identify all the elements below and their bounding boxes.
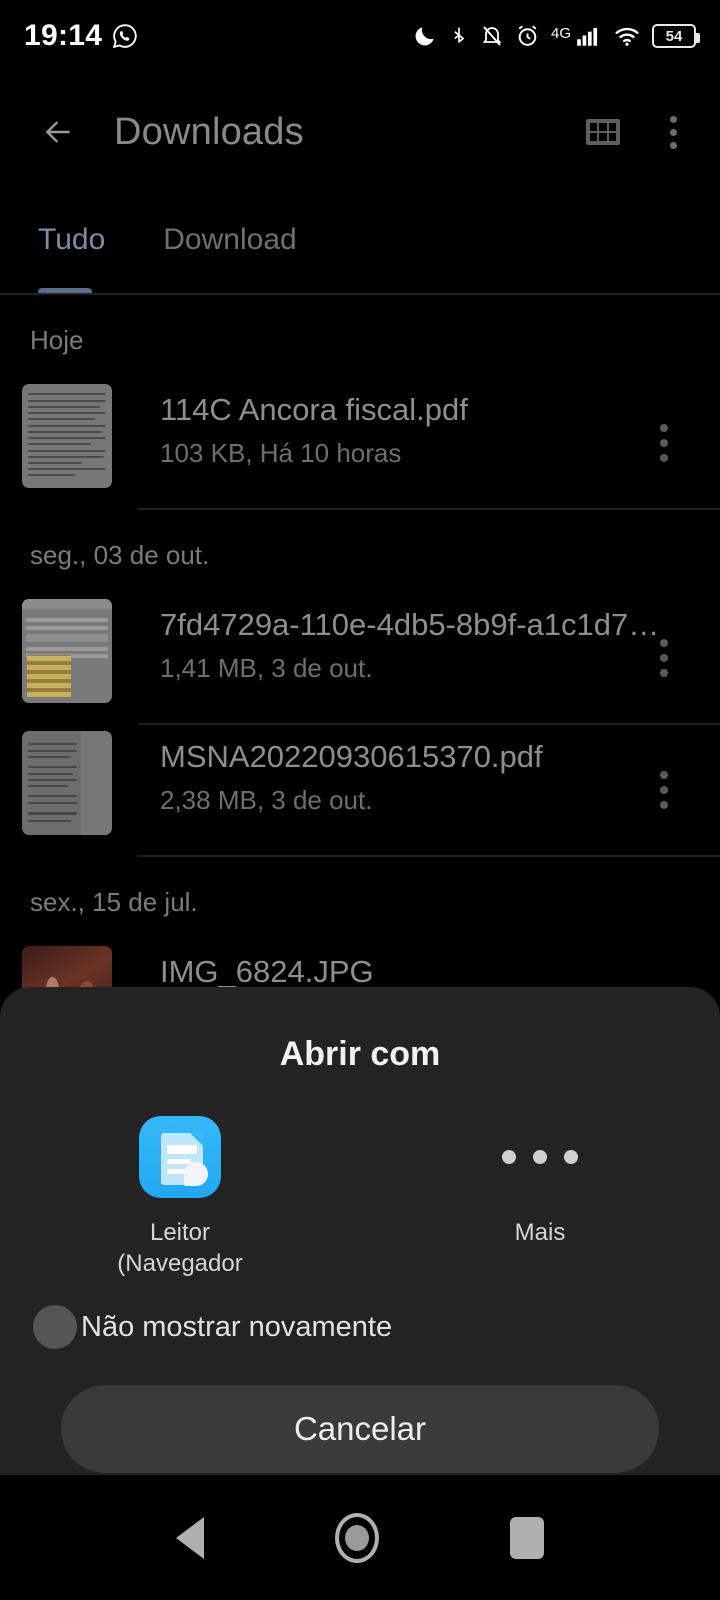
battery-level-label: 54 [665,27,683,45]
nav-back-icon[interactable] [175,1516,204,1559]
dnd-moon-icon [415,27,434,46]
app-choice-label: Mais [514,1219,566,1246]
list-item-text: 7fd4729a-110e-4db5-8b9f-a1c1d7… 1,41 MB,… [160,593,720,684]
list-item[interactable]: MSNA20220930615370.pdf 2,38 MB, 3 de out… [0,725,720,855]
bluetooth-icon [454,27,464,43]
file-name: IMG_6824.JPG [160,954,374,989]
download-list[interactable]: Hoje 114C Ancora fiscal.pdf 103 KB, Há 1… [0,295,720,1000]
list-item[interactable]: 114C Ancora fiscal.pdf 103 KB, Há 10 hor… [0,378,720,508]
item-overflow-icon[interactable] [660,424,668,462]
dont-show-again-checkbox[interactable] [33,1305,77,1350]
dialog-app-choices: Leitor (Navegador Mais [0,1116,720,1279]
file-meta: 1,41 MB, 3 de out. [160,653,373,683]
section-header-hoje: Hoje [30,325,84,355]
app-bar-actions [586,115,690,149]
tab-download[interactable]: Download [163,223,296,257]
file-name: 114C Ancora fiscal.pdf [160,392,468,427]
file-name: 7fd4729a-110e-4db5-8b9f-a1c1d7… [160,607,660,642]
list-item[interactable]: 7fd4729a-110e-4db5-8b9f-a1c1d7… 1,41 MB,… [0,593,720,723]
app-label-line1: Leitor [149,1219,211,1246]
network-type-label: 4G [550,25,571,42]
file-name: MSNA20220930615370.pdf [160,739,543,774]
wifi-icon [615,27,639,46]
app-choice-mais[interactable]: Mais [360,1116,720,1279]
page-title: Downloads [114,110,304,153]
tab-row: Tudo Download [0,192,720,288]
nav-recents-icon[interactable] [510,1516,545,1559]
status-bar: 19:14 4G 54 [0,0,720,72]
document-reader-icon [139,1116,221,1198]
section-header-seg-03-out: seg., 03 de out. [30,540,210,570]
nav-home-icon[interactable] [334,1512,379,1563]
back-button[interactable] [30,104,86,160]
app-choice-leitor[interactable]: Leitor (Navegador [0,1116,360,1279]
overflow-menu-icon[interactable] [656,115,690,149]
app-label-line2: (Navegador [117,1249,243,1277]
list-item-text: 114C Ancora fiscal.pdf 103 KB, Há 10 hor… [160,378,720,469]
dont-show-again-row[interactable]: Não mostrar novamente [0,1305,720,1350]
file-meta: 103 KB, Há 10 horas [160,438,402,468]
status-bar-left: 19:14 [24,19,138,53]
spreadsheet-thumbnail [22,599,112,703]
item-overflow-icon[interactable] [660,771,668,809]
section-header-sex-15-jul: sex., 15 de jul. [30,887,198,917]
more-dots-icon [502,1116,578,1198]
dont-show-again-label: Não mostrar novamente [81,1310,393,1343]
tab-tudo[interactable]: Tudo [38,223,105,257]
thumbnail-wrap [22,384,112,488]
whatsapp-icon [113,24,137,49]
grid-view-icon[interactable] [586,119,620,145]
tab-bar: Tudo Download [0,192,720,295]
alarm-icon [518,25,537,46]
cancel-button[interactable]: Cancelar [61,1385,659,1474]
mobile-signal-icon [577,27,598,46]
document-thumbnail [22,731,112,835]
file-meta: 2,38 MB, 3 de out. [160,785,373,815]
app-choice-label: Leitor (Navegador [117,1218,242,1279]
back-arrow-icon [46,121,70,143]
system-nav-bar [0,1475,720,1600]
phone-screen: 19:14 4G 54 Downloads Tudo Download Hoje… [0,0,720,1600]
open-with-dialog: Abrir com Leitor (Navegador Mais Não mos… [0,987,720,1475]
status-bar-right: 4G 54 [412,23,700,49]
dialog-title: Abrir com [279,1035,441,1073]
app-bar: Downloads [0,72,720,192]
ringer-off-icon [482,26,502,46]
list-item-text: IMG_6824.JPG [160,940,720,990]
list-item-text: MSNA20220930615370.pdf 2,38 MB, 3 de out… [160,725,720,816]
thumbnail-wrap [22,731,112,835]
item-overflow-icon[interactable] [660,639,668,677]
status-time: 19:14 [24,19,103,52]
thumbnail-wrap [22,599,112,703]
battery-icon: 54 [652,24,700,48]
document-thumbnail [22,384,112,488]
